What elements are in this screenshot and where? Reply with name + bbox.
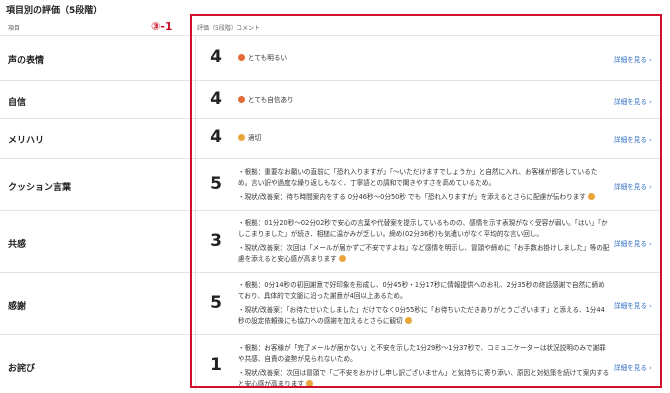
evaluation-row-empathy: 共感 3 ・根拠：01分20秒〜02分02秒で安心の言葉や代替案を提示しているも… (0, 210, 662, 272)
evaluation-row-cushion-words: クッション言葉 5 ・根拠：重要なお願いの直前に「恐れ入りますが」「〜いただけま… (0, 158, 662, 210)
evaluation-row-voice-expression: 声の表情 4 とても明るい 詳細を見る › (0, 35, 662, 80)
row-label: クッション言葉 (8, 183, 72, 193)
row-label: 共感 (8, 240, 27, 250)
row-score: 4 (210, 47, 222, 67)
row-comment: とても明るい (238, 53, 610, 64)
row-label: お詫び (8, 364, 36, 374)
smile-icon (305, 380, 313, 387)
smile-icon (404, 317, 412, 324)
row-label: メリハリ (8, 136, 45, 146)
row-score: 5 (210, 293, 222, 313)
smile-icon (587, 193, 595, 200)
row-label: 感謝 (8, 302, 27, 312)
evaluation-row-gratitude: 感謝 5 ・根拠：0分14秒の初回謝意で好印象を形成し、0分45秒・1分17秒に… (0, 272, 662, 334)
smile-icon (238, 96, 245, 103)
smile-icon (238, 134, 245, 141)
smile-icon (338, 255, 346, 262)
row-comment: ・根拠：重要なお願いの直前に「恐れ入りますが」「〜いただけますでしょうか」と自然… (238, 168, 598, 201)
header-item: 項目 (8, 25, 21, 32)
detail-link[interactable]: 詳細を見る › (614, 300, 652, 310)
row-score: 3 (210, 231, 222, 251)
detail-link[interactable]: 詳細を見る › (614, 134, 652, 144)
evaluation-row-modulation: メリハリ 4 適切 詳細を見る › (0, 118, 662, 158)
detail-link[interactable]: 詳細を見る › (614, 54, 652, 64)
row-comment: とても自信あり (238, 95, 610, 106)
evaluation-row-confidence: 自信 4 とても自信あり 詳細を見る › (0, 80, 662, 118)
detail-link[interactable]: 詳細を見る › (614, 181, 652, 191)
detail-link[interactable]: 詳細を見る › (614, 96, 652, 106)
section-title: 項目別の評価（5段階） (6, 6, 103, 16)
detail-link[interactable]: 詳細を見る › (614, 362, 652, 372)
row-score: 4 (210, 89, 222, 109)
row-label: 自信 (8, 98, 27, 108)
header-score: 評価（5段階） (197, 25, 237, 32)
row-comment: ・根拠：0分14秒の初回謝意で好印象を形成し、0分45秒・1分17秒に情報提供へ… (238, 281, 605, 325)
row-score: 1 (210, 355, 222, 375)
row-score: 4 (210, 127, 222, 147)
evaluation-row-apology: お詫び 1 ・根拠：お客様が「完了メールが届かない」と不安を示した1分29秒〜1… (0, 334, 662, 392)
row-comment: ・根拠：01分20秒〜02分02秒で安心の言葉や代替案を提示しているものの、感情… (238, 219, 610, 263)
smile-icon (238, 54, 245, 61)
row-comment: 適切 (238, 133, 610, 144)
row-score: 5 (210, 174, 222, 194)
header-comment: コメント (236, 25, 261, 32)
row-label: 声の表情 (8, 56, 45, 66)
detail-link[interactable]: 詳細を見る › (614, 238, 652, 248)
row-comment: ・根拠：お客様が「完了メールが届かない」と不安を示した1分29秒〜1分37秒で、… (238, 344, 610, 388)
annotation-label: ③-1 (151, 20, 173, 33)
